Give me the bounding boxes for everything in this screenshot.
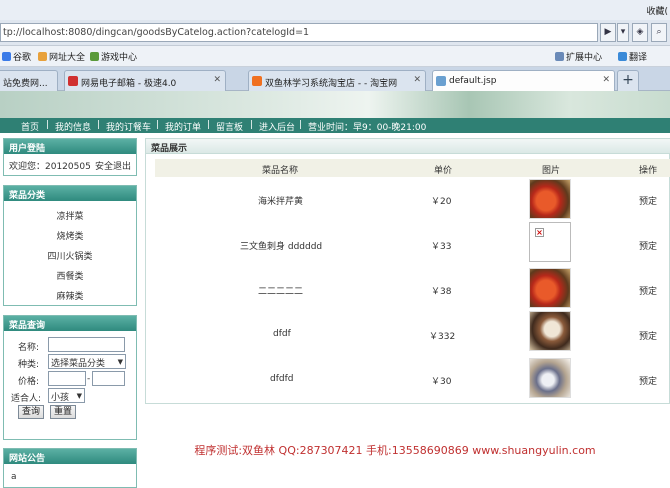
category-item[interactable]: 烧烤类	[4, 229, 136, 242]
favorites-label[interactable]: 收藏(	[646, 4, 668, 17]
search-icon[interactable]: ⌕	[651, 23, 667, 42]
dish-image[interactable]	[529, 311, 571, 351]
close-icon[interactable]: ✕	[602, 75, 610, 85]
menu-orders[interactable]: 我的订单	[165, 120, 201, 133]
search-panel: 菜品查询 名称: 种类: 选择菜品分类 ▼ 价格: - 适合人: 小孩 ▼ 查询 重…	[3, 315, 137, 440]
col-name: 菜品名称	[262, 166, 299, 176]
logout-link[interactable]: 安全退出	[95, 159, 131, 172]
address-input[interactable]: tp://localhost:8080/dingcan/goodsByCatel…	[0, 23, 598, 42]
tab-4-active[interactable]: default.jsp ✕	[432, 70, 615, 91]
address-url: tp://localhost:8080/dingcan/goodsByCatel…	[3, 27, 310, 38]
welcome-text: 欢迎您：20120505	[9, 162, 91, 172]
category-item[interactable]: 四川火锅类	[4, 249, 136, 262]
dish-price: ￥332	[429, 332, 456, 342]
dish-name: 二二二二二	[258, 287, 304, 297]
search-title: 菜品查询	[4, 316, 136, 331]
broken-image-icon[interactable]: ×	[529, 222, 571, 262]
dish-name: 海米拌芹黄	[258, 197, 304, 207]
close-icon[interactable]: ✕	[213, 75, 221, 85]
dish-display-title: 菜品展示	[146, 139, 670, 154]
page-icon	[436, 76, 446, 86]
google-icon	[2, 52, 11, 61]
reserve-link[interactable]: 预定	[639, 374, 657, 387]
footer-contact: 程序测试:双鱼林 QQ:287307421 手机:13558690869 www…	[194, 444, 596, 457]
close-icon[interactable]: ✕	[413, 75, 421, 85]
col-image: 图片	[542, 166, 561, 176]
col-price: 单价	[434, 166, 453, 176]
dish-display-panel: 菜品展示 菜品名称 单价 图片 操作 海米拌芹黄 ￥20 预定 三文鱼刺身 dd…	[145, 138, 670, 404]
menu-message-board[interactable]: 留言板	[216, 120, 243, 133]
mail-icon	[68, 76, 78, 86]
dish-image[interactable]	[529, 268, 571, 308]
login-panel: 用户登陆 欢迎您：20120505 安全退出	[3, 138, 137, 176]
reset-button[interactable]: 重置	[50, 405, 76, 419]
menu-my-info[interactable]: 我的信息	[55, 120, 91, 133]
bookmark-games[interactable]: 游戏中心	[90, 50, 137, 63]
dish-image[interactable]	[529, 358, 571, 398]
query-button[interactable]: 查询	[18, 405, 44, 419]
bookmark-google[interactable]: 谷歌	[2, 50, 31, 63]
dropdown-icon[interactable]: ▾	[617, 23, 629, 42]
category-item[interactable]: 西餐类	[4, 269, 136, 282]
dish-name: dfdf	[273, 329, 291, 339]
type-label: 种类:	[18, 360, 40, 370]
category-panel: 菜品分类 凉拌菜 烧烤类 四川火锅类 西餐类 麻辣类	[3, 185, 137, 306]
chevron-down-icon: ▼	[117, 358, 123, 366]
fit-select[interactable]: 小孩 ▼	[48, 388, 85, 403]
taobao-icon	[252, 76, 262, 86]
translate-button[interactable]: 翻译	[618, 50, 647, 63]
dish-image[interactable]	[529, 179, 571, 219]
dish-price: ￥33	[431, 242, 452, 252]
reserve-link[interactable]: 预定	[639, 239, 657, 252]
bookmarks-bar: 谷歌 网址大全 游戏中心 扩展中心 翻译	[0, 46, 670, 67]
tab-bar: 站免费网... 网易电子邮箱 - 极速4.0 ✕ 双鱼林学习系统淘宝店 - - …	[0, 67, 670, 91]
menu-home[interactable]: 首页	[21, 120, 39, 133]
dish-price: ￥30	[431, 377, 452, 387]
sites-icon	[38, 52, 47, 61]
category-title: 菜品分类	[4, 186, 136, 201]
name-input[interactable]	[48, 337, 125, 352]
menu-cart[interactable]: 我的订餐车	[106, 120, 151, 133]
business-hours: 营业时间：早9：00-晚21:00	[308, 123, 427, 133]
category-item[interactable]: 麻辣类	[4, 289, 136, 302]
tab-1[interactable]: 站免费网...	[0, 70, 58, 91]
tab-2[interactable]: 网易电子邮箱 - 极速4.0 ✕	[64, 70, 226, 91]
address-toolbar: tp://localhost:8080/dingcan/goodsByCatel…	[0, 20, 670, 46]
dish-price: ￥20	[431, 197, 452, 207]
extensions-button[interactable]: 扩展中心	[555, 50, 602, 63]
dish-name: 三文鱼刺身 dddddd	[240, 242, 323, 252]
games-icon	[90, 52, 99, 61]
table-header: 菜品名称 单价 图片 操作	[155, 159, 670, 177]
login-title: 用户登陆	[4, 139, 136, 154]
chevron-down-icon: ▼	[76, 392, 82, 400]
price-label: 价格:	[18, 377, 40, 387]
dish-name: dfdfd	[270, 374, 294, 384]
reserve-link[interactable]: 预定	[639, 329, 657, 342]
dish-price: ￥38	[431, 287, 452, 297]
category-item[interactable]: 凉拌菜	[4, 209, 136, 222]
notice-text: a	[11, 472, 17, 482]
new-tab-button[interactable]: +	[617, 70, 639, 91]
fit-label: 适合人:	[11, 394, 42, 404]
reserve-link[interactable]: 预定	[639, 194, 657, 207]
go-icon[interactable]: ▶	[600, 23, 616, 42]
bookmark-sites[interactable]: 网址大全	[38, 50, 85, 63]
name-label: 名称:	[18, 343, 40, 353]
tab-3[interactable]: 双鱼林学习系统淘宝店 - - 淘宝网 ✕	[248, 70, 426, 91]
reserve-link[interactable]: 预定	[639, 284, 657, 297]
browser-title-strip: 收藏(	[0, 0, 670, 20]
site-menu: 首页 | 我的信息 | 我的订餐车 | 我的订单 | 留言板 | 进入后台 | …	[0, 118, 670, 133]
shield-icon[interactable]: ◈	[632, 23, 648, 42]
site-banner	[0, 91, 670, 118]
type-select[interactable]: 选择菜品分类 ▼	[48, 354, 126, 369]
price-min-input[interactable]	[48, 371, 86, 386]
price-max-input[interactable]	[92, 371, 125, 386]
menu-admin[interactable]: 进入后台	[259, 120, 295, 133]
translate-icon	[618, 52, 627, 61]
col-action: 操作	[639, 166, 658, 176]
extensions-icon	[555, 52, 564, 61]
